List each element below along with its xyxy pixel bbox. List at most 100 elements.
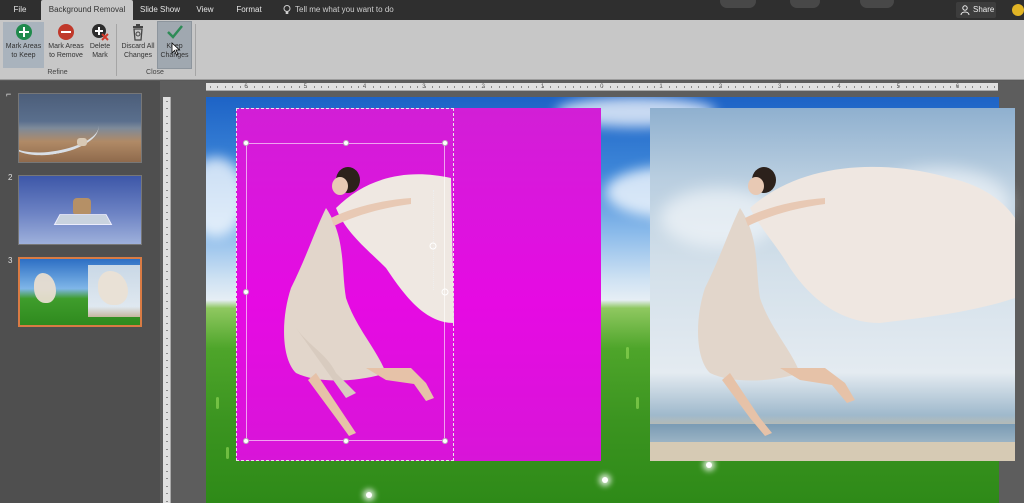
original-photo[interactable] [650, 108, 1015, 461]
tab-file[interactable]: File [4, 0, 36, 20]
discard-all-changes-button[interactable]: Discard All Changes [119, 22, 157, 68]
grass-blade [216, 397, 219, 409]
ruler-minor-tick [402, 86, 404, 88]
ruler-minor-tick [461, 86, 463, 88]
resize-handle-e[interactable] [441, 288, 449, 296]
ruler-minor-tick [424, 86, 426, 88]
ruler-minor-tick [683, 86, 685, 88]
mark-point[interactable] [429, 242, 437, 250]
pin-icon[interactable]: ⌐ [6, 89, 11, 99]
tab-format[interactable]: Format [228, 0, 270, 20]
ruler-minor-tick [166, 471, 168, 472]
ruler-minor-tick [166, 115, 168, 117]
resize-handle-nw[interactable] [243, 140, 249, 146]
ruler-minor-tick [372, 86, 374, 88]
ruler-minor-tick [166, 152, 168, 154]
ruler-minor-tick [166, 463, 168, 465]
ruler-minor-tick [166, 271, 168, 273]
ruler-minor-tick [166, 130, 168, 132]
share-button[interactable]: Share [956, 2, 996, 18]
ruler-minor-tick [861, 86, 863, 88]
ruler-minor-tick [166, 256, 168, 258]
ruler-minor-tick [269, 86, 271, 88]
ruler-minor-tick [313, 86, 315, 88]
button-label-line2: to Remove [49, 52, 83, 59]
ruler-minor-tick [166, 249, 168, 250]
ruler-minor-tick [987, 86, 988, 88]
ruler-minor-tick [809, 86, 811, 88]
ruler-minor-tick [166, 485, 168, 487]
ruler-minor-tick [713, 86, 715, 88]
trash-icon [133, 24, 143, 41]
ruler-minor-tick [166, 382, 168, 384]
ruler-minor-tick [298, 86, 300, 88]
ruler-minor-tick [166, 293, 168, 295]
tell-me-search[interactable]: Tell me what you want to do [283, 0, 394, 20]
resize-handle-n[interactable] [343, 140, 349, 146]
button-label-line1: Mark Areas [5, 43, 42, 50]
ruler-minor-tick [794, 86, 796, 88]
share-label: Share [973, 5, 995, 14]
ruler-minor-tick [166, 352, 168, 354]
ruler-minor-tick [705, 86, 707, 88]
tab-slide-show[interactable]: Slide Show [136, 0, 184, 20]
slide-thumbnail-2[interactable] [18, 175, 142, 245]
mark-areas-to-keep-button[interactable]: Mark Areas to Keep [3, 22, 44, 68]
ruler-minor-tick [498, 86, 500, 88]
ruler-minor-tick [166, 345, 168, 347]
feedback-smiley-icon[interactable] [1012, 4, 1024, 16]
resize-handle-sw[interactable] [243, 438, 249, 444]
ruler-minor-tick [166, 434, 168, 435]
ruler-minor-tick [166, 182, 168, 184]
powerpoint-window: File Background Removal Slide Show View … [0, 0, 1024, 503]
ruler-minor-tick [587, 86, 589, 88]
ruler-minor-tick [328, 86, 330, 88]
ruler-minor-tick [750, 86, 752, 88]
slide-thumbnail-1[interactable] [18, 93, 142, 163]
dancer-figure [698, 166, 1015, 436]
ruler-minor-tick [239, 86, 241, 88]
ruler-minor-tick [306, 86, 308, 88]
sparkle [706, 462, 712, 468]
ruler-minor-tick [506, 86, 507, 88]
ruler-minor-tick [166, 241, 168, 243]
ruler-minor-tick [853, 86, 855, 88]
ruler-minor-tick [898, 86, 900, 88]
ruler-minor-tick [210, 86, 211, 88]
ruler-minor-tick [446, 86, 448, 88]
tab-view[interactable]: View [190, 0, 220, 20]
ruler-minor-tick [417, 86, 419, 88]
ruler-minor-tick [883, 86, 885, 88]
ribbon: Mark Areas to Keep Mark Areas to Remove … [0, 20, 1024, 80]
selection-box[interactable] [246, 143, 445, 441]
ruler-minor-tick [491, 86, 493, 88]
vertical-ruler [163, 97, 171, 503]
resize-handle-w[interactable] [243, 289, 249, 295]
ruler-minor-tick [846, 86, 848, 88]
mark-areas-to-remove-button[interactable]: Mark Areas to Remove [45, 22, 87, 68]
ruler-minor-tick [876, 86, 877, 88]
ruler-minor-tick [469, 86, 470, 88]
blurred-artifact [860, 0, 894, 8]
ruler-minor-tick [831, 86, 833, 88]
resize-handle-se[interactable] [442, 438, 448, 444]
ruler-minor-tick [276, 86, 278, 88]
ruler-minor-tick [166, 101, 168, 102]
ruler-minor-tick [565, 86, 567, 88]
ruler-minor-tick [602, 86, 604, 88]
button-label-line1: Discard All [121, 43, 155, 50]
ruler-minor-tick [905, 86, 907, 88]
ribbon-tab-bar: File Background Removal Slide Show View … [0, 0, 1024, 20]
resize-handle-ne[interactable] [442, 140, 448, 146]
ruler-minor-tick [787, 86, 789, 88]
resize-handle-s[interactable] [343, 438, 349, 444]
grass-blade [636, 397, 639, 409]
ruler-minor-tick [358, 86, 359, 88]
slide-thumbnail-3[interactable] [18, 257, 142, 327]
tab-background-removal[interactable]: Background Removal [41, 0, 133, 20]
ruler-minor-tick [720, 86, 722, 88]
delete-mark-button[interactable]: Delete Mark [88, 22, 112, 68]
ruler-minor-tick [395, 86, 396, 88]
ruler-minor-tick [935, 86, 937, 88]
ruler-minor-tick [942, 86, 944, 88]
